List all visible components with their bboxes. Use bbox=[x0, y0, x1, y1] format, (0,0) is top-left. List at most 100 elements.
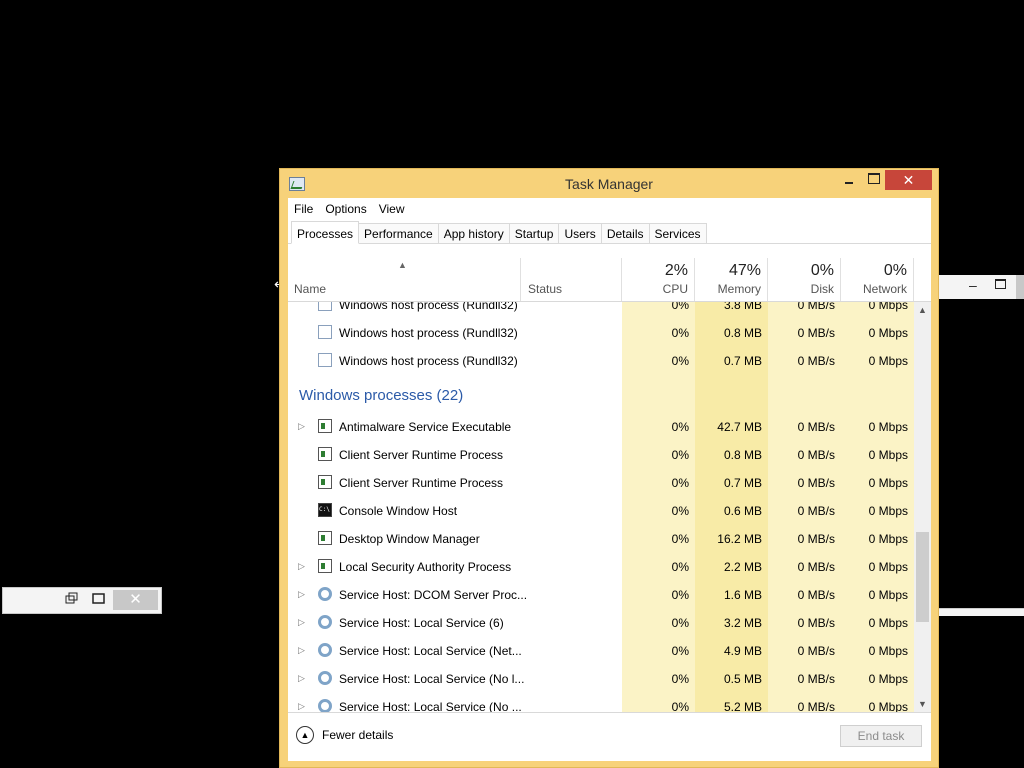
maximize-icon[interactable] bbox=[995, 279, 1006, 289]
scroll-down-icon[interactable]: ▼ bbox=[918, 699, 927, 709]
application-icon bbox=[318, 419, 332, 433]
minimize-icon[interactable]: – bbox=[969, 277, 977, 293]
cpu-value: 0% bbox=[671, 532, 689, 546]
group-header: Windows processes (22) bbox=[288, 375, 914, 413]
process-row[interactable]: Client Server Runtime Process 0% 0.7 MB 0 M… bbox=[288, 469, 914, 497]
cpu-value: 0% bbox=[671, 700, 689, 712]
memory-value: 0.8 MB bbox=[723, 448, 762, 462]
client-area: File Options View Processes Performance … bbox=[288, 198, 931, 761]
process-row[interactable]: ▷ Service Host: Local Service (Net... 0% 4.… bbox=[288, 637, 914, 665]
process-name: Console Window Host bbox=[339, 504, 458, 518]
memory-value: 4.9 MB bbox=[723, 644, 762, 658]
process-name: Windows host process (Rundll32) bbox=[339, 302, 518, 312]
cpu-value: 0% bbox=[671, 354, 689, 368]
disk-value: 0 MB/s bbox=[797, 532, 835, 546]
scrollbar-thumb[interactable] bbox=[916, 532, 929, 622]
network-value: 0 Mbps bbox=[868, 700, 908, 712]
scroll-up-icon[interactable]: ▲ bbox=[918, 305, 927, 315]
memory-value: 2.2 MB bbox=[723, 560, 762, 574]
column-status-label: Status bbox=[528, 282, 563, 296]
expand-icon[interactable]: ▷ bbox=[298, 617, 305, 628]
expand-icon[interactable]: ▷ bbox=[298, 561, 305, 572]
network-value: 0 Mbps bbox=[868, 532, 908, 546]
chevron-up-icon[interactable]: ▲ bbox=[296, 726, 314, 744]
expand-icon[interactable]: ▷ bbox=[298, 421, 305, 432]
tab-app-history[interactable]: App history bbox=[438, 223, 510, 244]
vertical-scrollbar[interactable]: ▲ ▼ bbox=[914, 302, 931, 712]
process-row[interactable]: ▷ Antimalware Service Executable 0% 42.7 MB… bbox=[288, 413, 914, 441]
close-button[interactable]: ✕ bbox=[113, 590, 158, 610]
menu-view[interactable]: View bbox=[373, 198, 411, 221]
tab-details[interactable]: Details bbox=[601, 223, 650, 244]
close-button-edge[interactable] bbox=[1016, 275, 1024, 299]
process-list: Windows host process (Rundll32) 0% 3.8 MB 0… bbox=[288, 302, 914, 712]
column-cpu[interactable]: 2% CPU bbox=[622, 258, 695, 301]
gear-icon bbox=[318, 699, 332, 712]
column-memory[interactable]: 47% Memory bbox=[695, 258, 768, 301]
document-icon bbox=[318, 302, 332, 311]
column-network[interactable]: 0% Network bbox=[841, 258, 914, 301]
process-row[interactable]: Windows host process (Rundll32) 0% 3.8 MB 0… bbox=[288, 302, 914, 319]
group-title: Windows processes (22) bbox=[299, 387, 464, 404]
maximize-button[interactable] bbox=[868, 173, 880, 184]
footer: ▲ Fewer details End task bbox=[288, 712, 931, 761]
process-row[interactable]: ▷ Service Host: Local Service (No ... 0% 5.… bbox=[288, 693, 914, 712]
process-row[interactable]: Windows host process (Rundll32) 0% 0.7 MB 0… bbox=[288, 347, 914, 375]
disk-value: 0 MB/s bbox=[797, 504, 835, 518]
network-value: 0 Mbps bbox=[868, 672, 908, 686]
disk-value: 0 MB/s bbox=[797, 302, 835, 312]
process-row[interactable]: ▷ Service Host: Local Service (6) 0% 3.2 MB… bbox=[288, 609, 914, 637]
tab-services[interactable]: Services bbox=[649, 223, 707, 244]
process-name: Service Host: Local Service (Net... bbox=[339, 644, 522, 658]
minimize-button[interactable] bbox=[842, 173, 856, 187]
menu-options[interactable]: Options bbox=[319, 198, 372, 221]
memory-value: 0.5 MB bbox=[723, 672, 762, 686]
end-task-button[interactable]: End task bbox=[840, 725, 922, 747]
column-disk[interactable]: 0% Disk bbox=[768, 258, 841, 301]
expand-icon[interactable]: ▷ bbox=[298, 701, 305, 712]
memory-value: 3.2 MB bbox=[723, 616, 762, 630]
memory-value: 0.7 MB bbox=[723, 476, 762, 490]
title-bar[interactable]: Task Manager ✕ bbox=[280, 169, 938, 198]
disk-value: 0 MB/s bbox=[797, 326, 835, 340]
column-status[interactable]: Status bbox=[521, 258, 622, 301]
expand-icon[interactable]: ▷ bbox=[298, 589, 305, 600]
process-row[interactable]: Client Server Runtime Process 0% 0.8 MB 0 M… bbox=[288, 441, 914, 469]
disk-value: 0 MB/s bbox=[797, 672, 835, 686]
process-row[interactable]: ▷ Service Host: DCOM Server Proc... 0% 1.6 … bbox=[288, 581, 914, 609]
expand-icon[interactable]: ▷ bbox=[298, 673, 305, 684]
cpu-value: 0% bbox=[671, 672, 689, 686]
menu-file[interactable]: File bbox=[288, 198, 319, 221]
disk-value: 0 MB/s bbox=[797, 354, 835, 368]
process-row[interactable]: C:\ Console Window Host 0% 0.6 MB 0 MB/s 0 Mb… bbox=[288, 497, 914, 525]
tab-users[interactable]: Users bbox=[559, 223, 602, 244]
process-row[interactable]: Desktop Window Manager 0% 16.2 MB 0 MB/s 0 M… bbox=[288, 525, 914, 553]
column-name[interactable]: Name bbox=[288, 258, 521, 301]
gear-icon bbox=[318, 643, 332, 657]
fewer-details-link[interactable]: Fewer details bbox=[322, 728, 393, 742]
restore-icon[interactable] bbox=[65, 592, 79, 606]
process-row[interactable]: ▷ Local Security Authority Process 0% 2.2 M… bbox=[288, 553, 914, 581]
process-name: Service Host: DCOM Server Proc... bbox=[339, 588, 528, 602]
column-cpu-label: CPU bbox=[662, 282, 688, 296]
window-title: Task Manager bbox=[565, 176, 653, 192]
process-row[interactable]: ▷ Service Host: Local Service (No l... 0% 0… bbox=[288, 665, 914, 693]
expand-icon[interactable]: ▷ bbox=[298, 645, 305, 656]
memory-value: 42.7 MB bbox=[717, 420, 762, 434]
cpu-value: 0% bbox=[671, 560, 689, 574]
tab-performance[interactable]: Performance bbox=[359, 223, 439, 244]
background-window-caption-left: ✕ bbox=[2, 587, 162, 614]
process-row[interactable]: Windows host process (Rundll32) 0% 0.8 MB 0… bbox=[288, 319, 914, 347]
maximize-icon[interactable] bbox=[92, 592, 106, 606]
gear-icon bbox=[318, 615, 332, 629]
tab-startup[interactable]: Startup bbox=[509, 223, 560, 244]
memory-value: 16.2 MB bbox=[717, 532, 762, 546]
console-icon: C:\ bbox=[318, 503, 332, 517]
tab-processes[interactable]: Processes bbox=[291, 221, 360, 244]
cpu-value: 0% bbox=[671, 616, 689, 630]
network-value: 0 Mbps bbox=[868, 504, 908, 518]
cpu-value: 0% bbox=[671, 504, 689, 518]
close-button[interactable]: ✕ bbox=[885, 170, 932, 190]
column-memory-label: Memory bbox=[717, 282, 761, 296]
background-window-edge bbox=[939, 608, 1024, 616]
